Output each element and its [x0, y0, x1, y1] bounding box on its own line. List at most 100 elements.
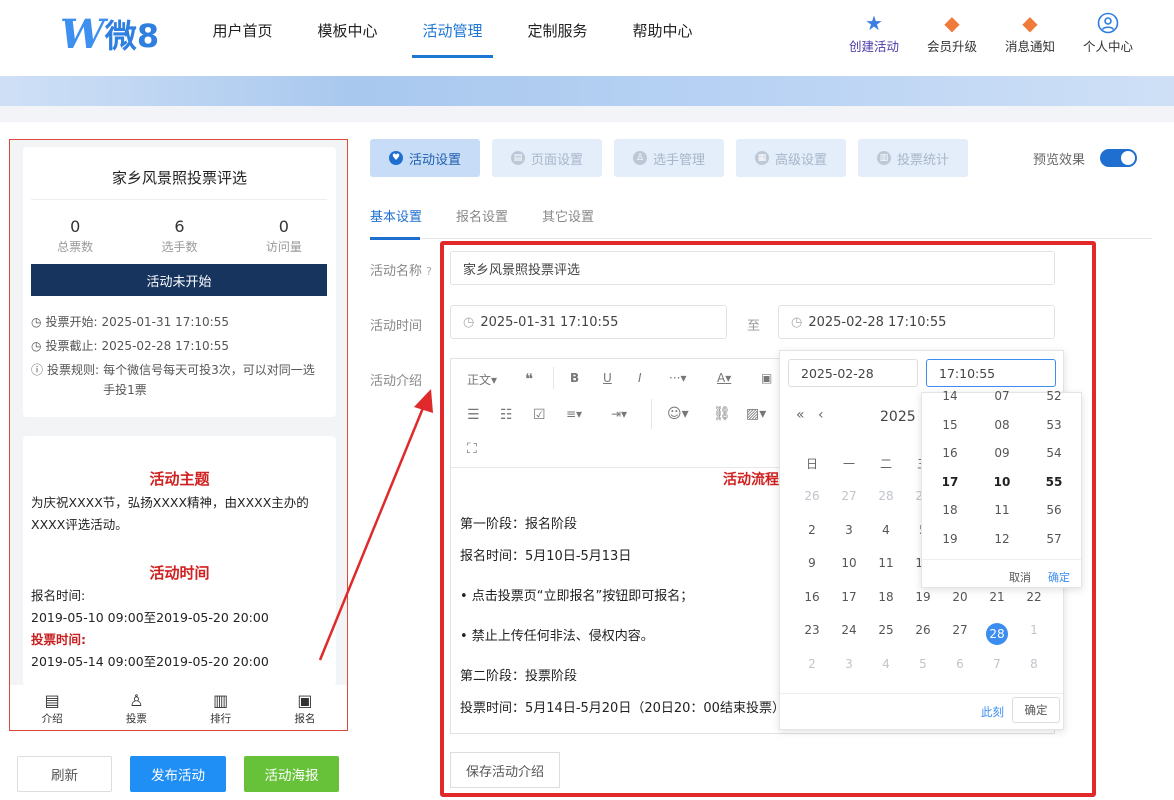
time-option-minutes[interactable]: 12: [977, 532, 1027, 546]
time-confirm-button[interactable]: 确定: [1048, 569, 1070, 585]
nav-home[interactable]: 用户首页: [190, 0, 295, 60]
create-activity-button[interactable]: ★ 创建活动: [835, 10, 913, 55]
subtab-other[interactable]: 其它设置: [542, 206, 594, 225]
tab-intro[interactable]: ▤ 介绍: [10, 685, 94, 730]
italic-button[interactable]: I: [638, 371, 642, 385]
paragraph-select[interactable]: 正文 ▾: [467, 371, 497, 388]
calendar-day[interactable]: 21: [979, 590, 1015, 604]
picker-date-input[interactable]: 2025-02-28: [788, 359, 918, 387]
publish-activity-button[interactable]: 发布活动: [130, 756, 226, 792]
picker-confirm-button[interactable]: 确定: [1012, 697, 1060, 723]
underline-button[interactable]: U: [603, 371, 612, 385]
calendar-day[interactable]: 24: [831, 623, 867, 637]
refresh-button[interactable]: 刷新: [17, 756, 112, 792]
logo[interactable]: W 微8: [60, 11, 159, 58]
time-option-seconds[interactable]: 57: [1029, 532, 1079, 546]
bullet-list-icon[interactable]: ☰: [467, 407, 480, 423]
tab-activity-settings[interactable]: ♥ 活动设置: [370, 139, 480, 177]
calendar-day[interactable]: 10: [831, 556, 867, 570]
more-icon[interactable]: ···▾: [669, 371, 686, 385]
nav-help[interactable]: 帮助中心: [610, 0, 715, 60]
bold-button[interactable]: B: [570, 371, 579, 385]
time-option-seconds[interactable]: 52: [1029, 389, 1079, 403]
time-option-hours[interactable]: 15: [925, 418, 975, 432]
time-option-hours[interactable]: 16: [925, 446, 975, 460]
preview-toggle[interactable]: [1100, 149, 1137, 167]
activity-poster-button[interactable]: 活动海报: [244, 756, 339, 792]
calendar-day[interactable]: 25: [868, 623, 904, 637]
notifications-button[interactable]: ◆ 消息通知: [991, 10, 1069, 55]
numbered-list-icon[interactable]: ☷: [500, 407, 513, 423]
subtab-signup[interactable]: 报名设置: [456, 206, 508, 225]
time-option-seconds[interactable]: 56: [1029, 503, 1079, 517]
time-option-seconds[interactable]: 53: [1029, 418, 1079, 432]
tab-ranking[interactable]: ▥ 排行: [179, 685, 263, 730]
time-option-minutes[interactable]: 07: [977, 389, 1027, 403]
calendar-day[interactable]: 6: [942, 657, 978, 671]
calendar-day[interactable]: 18: [868, 590, 904, 604]
font-color-button[interactable]: A ▾: [717, 371, 731, 385]
nav-custom-service[interactable]: 定制服务: [505, 0, 610, 60]
time-option-hours[interactable]: 17: [925, 475, 975, 489]
calendar-day[interactable]: 2: [794, 657, 830, 671]
activity-name-input[interactable]: 家乡风景照投票评选: [450, 251, 1055, 285]
time-option-hours[interactable]: 18: [925, 503, 975, 517]
nav-activity-management[interactable]: 活动管理: [400, 0, 505, 60]
start-time-input[interactable]: ◷ 2025-01-31 17:10:55: [450, 305, 727, 339]
calendar-day[interactable]: 7: [979, 657, 1015, 671]
indent-icon[interactable]: ⇥▾: [611, 407, 627, 421]
end-time-input[interactable]: ◷ 2025-02-28 17:10:55: [778, 305, 1055, 339]
calendar-day[interactable]: 4: [868, 657, 904, 671]
time-option-hours[interactable]: 19: [925, 532, 975, 546]
subtab-basic[interactable]: 基本设置: [370, 206, 422, 225]
calendar-day[interactable]: 26: [905, 623, 941, 637]
background-color-icon[interactable]: ▣: [761, 371, 772, 385]
profile-button[interactable]: 个人中心: [1069, 10, 1147, 55]
time-option-minutes[interactable]: 08: [977, 418, 1027, 432]
calendar-day[interactable]: 16: [794, 590, 830, 604]
calendar-day[interactable]: 8: [1016, 657, 1052, 671]
image-icon[interactable]: ▨▾: [746, 406, 766, 422]
calendar-day[interactable]: 5: [905, 657, 941, 671]
now-button[interactable]: 此刻: [981, 704, 1004, 720]
tab-signup[interactable]: ▣ 报名: [263, 685, 347, 730]
quote-icon[interactable]: ❝: [525, 370, 533, 388]
year-label[interactable]: 2025 年: [880, 406, 920, 426]
fullscreen-icon[interactable]: ⛶: [467, 441, 477, 457]
calendar-day[interactable]: 23: [794, 623, 830, 637]
picker-time-input[interactable]: 17:10:55: [926, 359, 1056, 387]
calendar-day[interactable]: 27: [942, 623, 978, 637]
calendar-day[interactable]: 27: [831, 489, 867, 503]
tab-advanced-settings[interactable]: ▦ 高级设置: [736, 139, 846, 177]
calendar-day[interactable]: 17: [831, 590, 867, 604]
calendar-day[interactable]: 1: [1016, 623, 1052, 637]
link-icon[interactable]: ⛓: [713, 406, 731, 422]
time-option-minutes[interactable]: 10: [977, 475, 1027, 489]
calendar-day[interactable]: 20: [942, 590, 978, 604]
prev-month-icon[interactable]: ‹: [818, 407, 824, 423]
calendar-day[interactable]: 28: [868, 489, 904, 503]
calendar-day[interactable]: 3: [831, 523, 867, 537]
calendar-day[interactable]: 2: [794, 523, 830, 537]
time-option-seconds[interactable]: 54: [1029, 446, 1079, 460]
align-icon[interactable]: ≡▾: [566, 407, 582, 421]
prev-year-icon[interactable]: «: [796, 407, 805, 423]
calendar-day[interactable]: 19: [905, 590, 941, 604]
time-option-minutes[interactable]: 11: [977, 503, 1027, 517]
activity-status-button[interactable]: 活动未开始: [31, 264, 327, 296]
time-option-hours[interactable]: 14: [925, 389, 975, 403]
calendar-day[interactable]: 4: [868, 523, 904, 537]
calendar-day[interactable]: 9: [794, 556, 830, 570]
time-cancel-button[interactable]: 取消: [1009, 569, 1031, 585]
emoji-icon[interactable]: ☺▾: [667, 406, 689, 422]
tab-contestant-management[interactable]: ♙ 选手管理: [614, 139, 724, 177]
tab-vote[interactable]: ♙ 投票: [94, 685, 178, 730]
time-option-minutes[interactable]: 09: [977, 446, 1027, 460]
calendar-day[interactable]: 22: [1016, 590, 1052, 604]
time-option-seconds[interactable]: 55: [1029, 475, 1079, 489]
calendar-day-selected[interactable]: 28: [979, 623, 1015, 646]
tab-page-settings[interactable]: ▤ 页面设置: [492, 139, 602, 177]
calendar-day[interactable]: 3: [831, 657, 867, 671]
calendar-day[interactable]: 26: [794, 489, 830, 503]
nav-templates[interactable]: 模板中心: [295, 0, 400, 60]
